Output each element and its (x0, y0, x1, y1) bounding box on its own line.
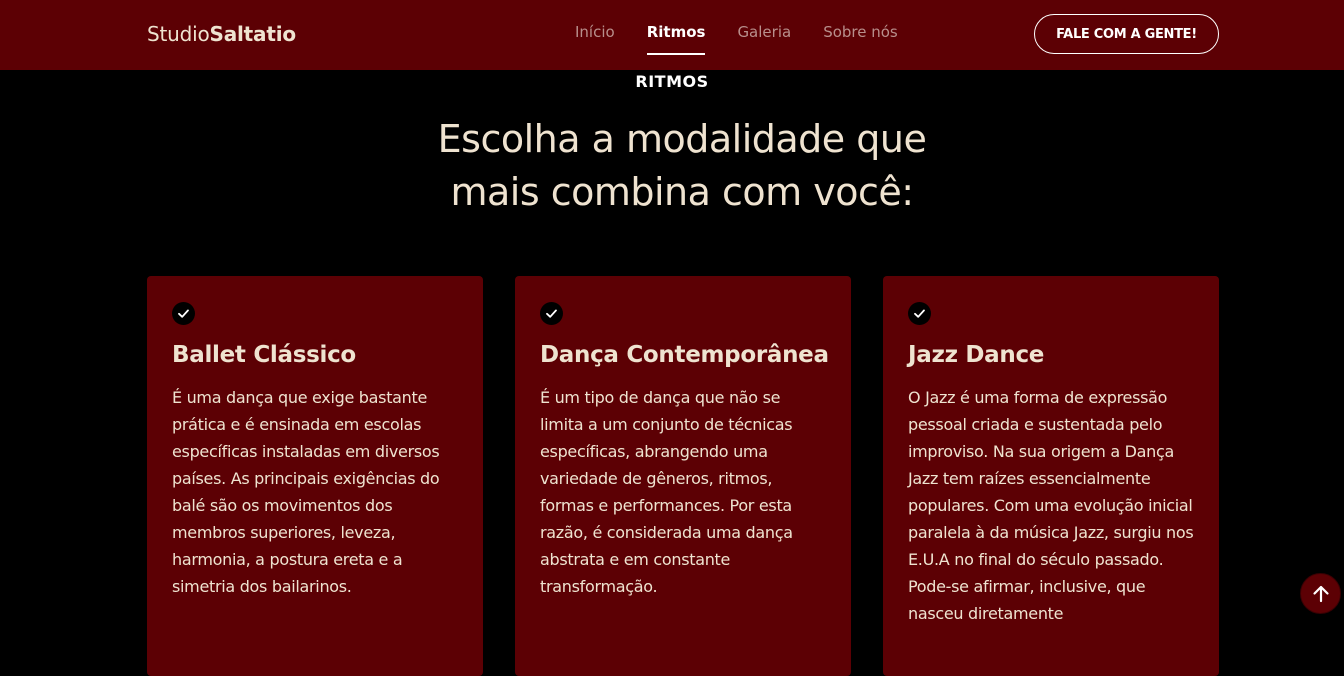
card-title: Jazz Dance (908, 342, 1045, 368)
section-title: Escolha a modalidade que mais combina co… (437, 117, 927, 214)
card-title: Dança Contemporânea (540, 342, 829, 368)
site-logo[interactable]: StudioSaltatio (147, 22, 296, 46)
contact-cta-button[interactable]: FALE COM A GENTE! (1034, 14, 1219, 54)
nav-link-sobre-nos[interactable]: Sobre nós (823, 23, 898, 53)
card-ballet: Ballet Clássico É uma dança que exige ba… (147, 276, 483, 676)
navbar: StudioSaltatio Início Ritmos Galeria Sob… (0, 0, 1344, 70)
arrow-up-icon (1312, 585, 1329, 602)
logo-text-bold: Saltatio (209, 22, 297, 46)
nav-link-galeria[interactable]: Galeria (737, 23, 791, 53)
section-label: RITMOS (635, 72, 709, 91)
check-icon (172, 302, 195, 325)
card-text: É um tipo de dança que não se limita a u… (540, 388, 793, 596)
card-text: É uma dança que exige bastante prática e… (172, 388, 440, 596)
back-to-top-button[interactable] (1300, 573, 1341, 614)
check-icon (908, 302, 931, 325)
card-contemporanea: Dança Contemporânea É um tipo de dança q… (515, 276, 851, 676)
main-nav: Início Ritmos Galeria Sobre nós (575, 23, 898, 55)
card-jazz: Jazz Dance O Jazz é uma forma de express… (883, 276, 1219, 676)
card-title: Ballet Clássico (172, 342, 356, 368)
logo-text-light: Studio (147, 22, 210, 46)
card-text: O Jazz é uma forma de expressão pessoal … (908, 388, 1194, 623)
check-icon (540, 302, 563, 325)
nav-link-ritmos[interactable]: Ritmos (646, 23, 705, 55)
nav-link-inicio[interactable]: Início (575, 23, 615, 53)
